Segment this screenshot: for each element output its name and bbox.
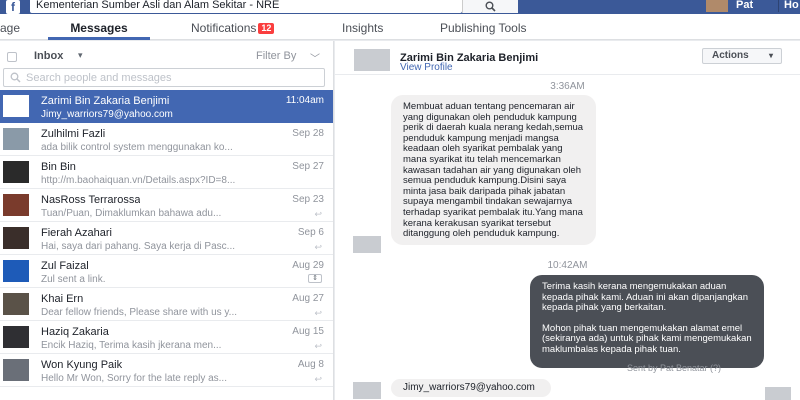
divider bbox=[778, 0, 779, 12]
avatar bbox=[3, 194, 29, 216]
link-preview-icon: ⇕ bbox=[308, 274, 322, 283]
conversation-row[interactable]: Won Kyung Paik Aug 8 Hello Mr Won, Sorry… bbox=[0, 354, 333, 387]
replied-icon: ↩ bbox=[314, 374, 322, 384]
tab-messages[interactable]: Messages bbox=[48, 14, 150, 40]
message-search bbox=[3, 68, 325, 87]
tab-insights[interactable]: Insights bbox=[342, 14, 383, 40]
outgoing-message-paragraph: Mohon pihak tuan mengemukakan alamat eme… bbox=[542, 322, 752, 355]
conversation-row[interactable]: Zulhilmi Fazli Sep 28 ada bilik control … bbox=[0, 123, 333, 156]
conversation-time: Sep 27 bbox=[292, 161, 324, 172]
home-link[interactable]: Ho bbox=[784, 0, 799, 11]
avatar bbox=[765, 387, 791, 400]
search-input[interactable] bbox=[26, 71, 316, 84]
replied-icon: ↩ bbox=[314, 308, 322, 318]
inbox-folder-label[interactable]: Inbox bbox=[34, 50, 63, 62]
view-profile-link[interactable]: View Profile bbox=[400, 62, 453, 73]
avatar bbox=[3, 95, 29, 117]
avatar[interactable] bbox=[354, 49, 390, 71]
notification-badge: 12 bbox=[258, 23, 275, 34]
conversation-time: Sep 6 bbox=[297, 227, 324, 238]
search-button[interactable] bbox=[462, 0, 518, 13]
conversation-snippet: Encik Haziq, Terima kasih jkerana men... bbox=[41, 340, 222, 351]
outgoing-message-paragraph: Terima kasih kerana mengemukakan aduan k… bbox=[542, 281, 748, 314]
avatar bbox=[353, 382, 381, 399]
avatar bbox=[3, 161, 29, 183]
conversation-time: Aug 29 bbox=[292, 260, 324, 271]
avatar bbox=[3, 326, 29, 348]
search-icon bbox=[485, 1, 496, 12]
conversation-snippet: Hello Mr Won, Sorry for the late reply a… bbox=[41, 373, 227, 384]
conversation-time: Sep 28 bbox=[292, 128, 324, 139]
outgoing-message-bubble: Terima kasih kerana mengemukakan aduan k… bbox=[530, 275, 764, 368]
actions-label: Actions bbox=[712, 50, 749, 61]
conversation-row[interactable]: Fierah Azahari Sep 6 Hai, saya dari paha… bbox=[0, 222, 333, 255]
conversation-row[interactable]: NasRoss Terrarossa Sep 23 Tuan/Puan, Dim… bbox=[0, 189, 333, 222]
avatar bbox=[3, 293, 29, 315]
avatar bbox=[3, 128, 29, 150]
conversation-time: Aug 27 bbox=[292, 293, 324, 304]
conversation-name: Won Kyung Paik bbox=[41, 359, 123, 371]
filter-chevron-icon[interactable]: ﹀ bbox=[310, 50, 320, 65]
conversation-name: NasRoss Terrarossa bbox=[41, 194, 141, 206]
conversation-snippet: http://m.baohaiquan.vn/Details.aspx?ID=8… bbox=[41, 175, 236, 186]
conversation-snippet: Hai, saya dari pahang. Saya kerja di Pas… bbox=[41, 241, 235, 252]
conversation-snippet: Jimy_warriors79@yahoo.com bbox=[41, 109, 173, 120]
conversation-time: Sep 23 bbox=[292, 194, 324, 205]
thread-panel: Zarimi Bin Zakaria Benjimi View Profile … bbox=[335, 41, 800, 400]
tab-notifications[interactable]: Notifications 12 bbox=[191, 14, 275, 40]
user-avatar[interactable] bbox=[706, 0, 728, 12]
conversation-snippet: Dear fellow friends, Please share with u… bbox=[41, 307, 238, 318]
top-bar: f Kementerian Sumber Asli dan Alam Sekit… bbox=[0, 0, 800, 14]
conversation-panel: Inbox ▾ Filter By ﹀ Zarimi Bin Zakaria B… bbox=[0, 41, 334, 400]
replied-icon: ↩ bbox=[314, 242, 322, 252]
sent-by-label: Sent by Pat Benatar (?) bbox=[627, 363, 722, 373]
conversation-name: Zarimi Bin Zakaria Benjimi bbox=[41, 95, 170, 107]
chevron-down-icon: ▾ bbox=[768, 51, 773, 60]
conversation-name: Khai Ern bbox=[41, 293, 84, 305]
avatar bbox=[3, 359, 29, 381]
conversation-time: Aug 8 bbox=[297, 359, 324, 370]
replied-icon: ↩ bbox=[314, 209, 322, 219]
inbox-header: Inbox ▾ Filter By ﹀ bbox=[0, 41, 333, 67]
conversation-name: Fierah Azahari bbox=[41, 227, 112, 239]
message-timestamp: 3:36AM bbox=[550, 81, 585, 92]
conversation-snippet: ada bilik control system menggunakan ko.… bbox=[41, 142, 233, 153]
conversation-time: 11:04am bbox=[285, 95, 324, 106]
conversation-row[interactable]: Khai Ern Aug 27 Dear fellow friends, Ple… bbox=[0, 288, 333, 321]
tab-publishing-tools[interactable]: Publishing Tools bbox=[440, 14, 527, 40]
conversation-list: Zarimi Bin Zakaria Benjimi 11:04am Jimy_… bbox=[0, 90, 333, 387]
conversation-row[interactable]: Bin Bin Sep 27 http://m.baohaiquan.vn/De… bbox=[0, 156, 333, 189]
conversation-snippet: Zul sent a link. bbox=[41, 274, 106, 285]
facebook-logo-icon[interactable]: f bbox=[6, 0, 20, 14]
conversation-snippet: Tuan/Puan, Dimaklumkan bahawa adu... bbox=[41, 208, 222, 219]
conversation-row[interactable]: Zarimi Bin Zakaria Benjimi 11:04am Jimy_… bbox=[0, 90, 333, 123]
avatar bbox=[3, 260, 29, 282]
tab-page[interactable]: Page bbox=[0, 14, 20, 40]
tab-notifications-label: Notifications bbox=[191, 21, 257, 35]
conversation-name: Zulhilmi Fazli bbox=[41, 128, 106, 140]
chevron-down-icon[interactable]: ▾ bbox=[78, 50, 83, 61]
incoming-message-bubble: Membuat aduan tentang pencemaran air yan… bbox=[391, 95, 596, 245]
actions-button[interactable]: Actions ▾ bbox=[702, 48, 782, 64]
page-search-field[interactable]: Kementerian Sumber Asli dan Alam Sekitar… bbox=[30, 0, 462, 13]
avatar bbox=[3, 227, 29, 249]
conversation-name: Zul Faizal bbox=[41, 260, 89, 272]
conversation-time: Aug 15 bbox=[292, 326, 324, 337]
thread-header: Zarimi Bin Zakaria Benjimi View Profile … bbox=[335, 41, 800, 75]
select-all-checkbox[interactable] bbox=[7, 52, 17, 62]
message-timestamp: 10:42AM bbox=[547, 260, 588, 271]
conversation-name: Bin Bin bbox=[41, 161, 76, 173]
filter-by-button[interactable]: Filter By bbox=[256, 50, 296, 62]
conversation-row[interactable]: Haziq Zakaria Aug 15 Encik Haziq, Terima… bbox=[0, 321, 333, 354]
conversation-row[interactable]: Zul Faizal Aug 29 Zul sent a link. ⇕ bbox=[0, 255, 333, 288]
user-name-link[interactable]: Pat bbox=[736, 0, 753, 11]
replied-icon: ↩ bbox=[314, 341, 322, 351]
search-icon bbox=[10, 72, 21, 83]
page-nav: Page Messages Notifications12 Insights P… bbox=[0, 14, 800, 40]
incoming-message-bubble: Jimy_warriors79@yahoo.com bbox=[391, 379, 551, 397]
avatar bbox=[353, 236, 381, 253]
conversation-name: Haziq Zakaria bbox=[41, 326, 109, 338]
